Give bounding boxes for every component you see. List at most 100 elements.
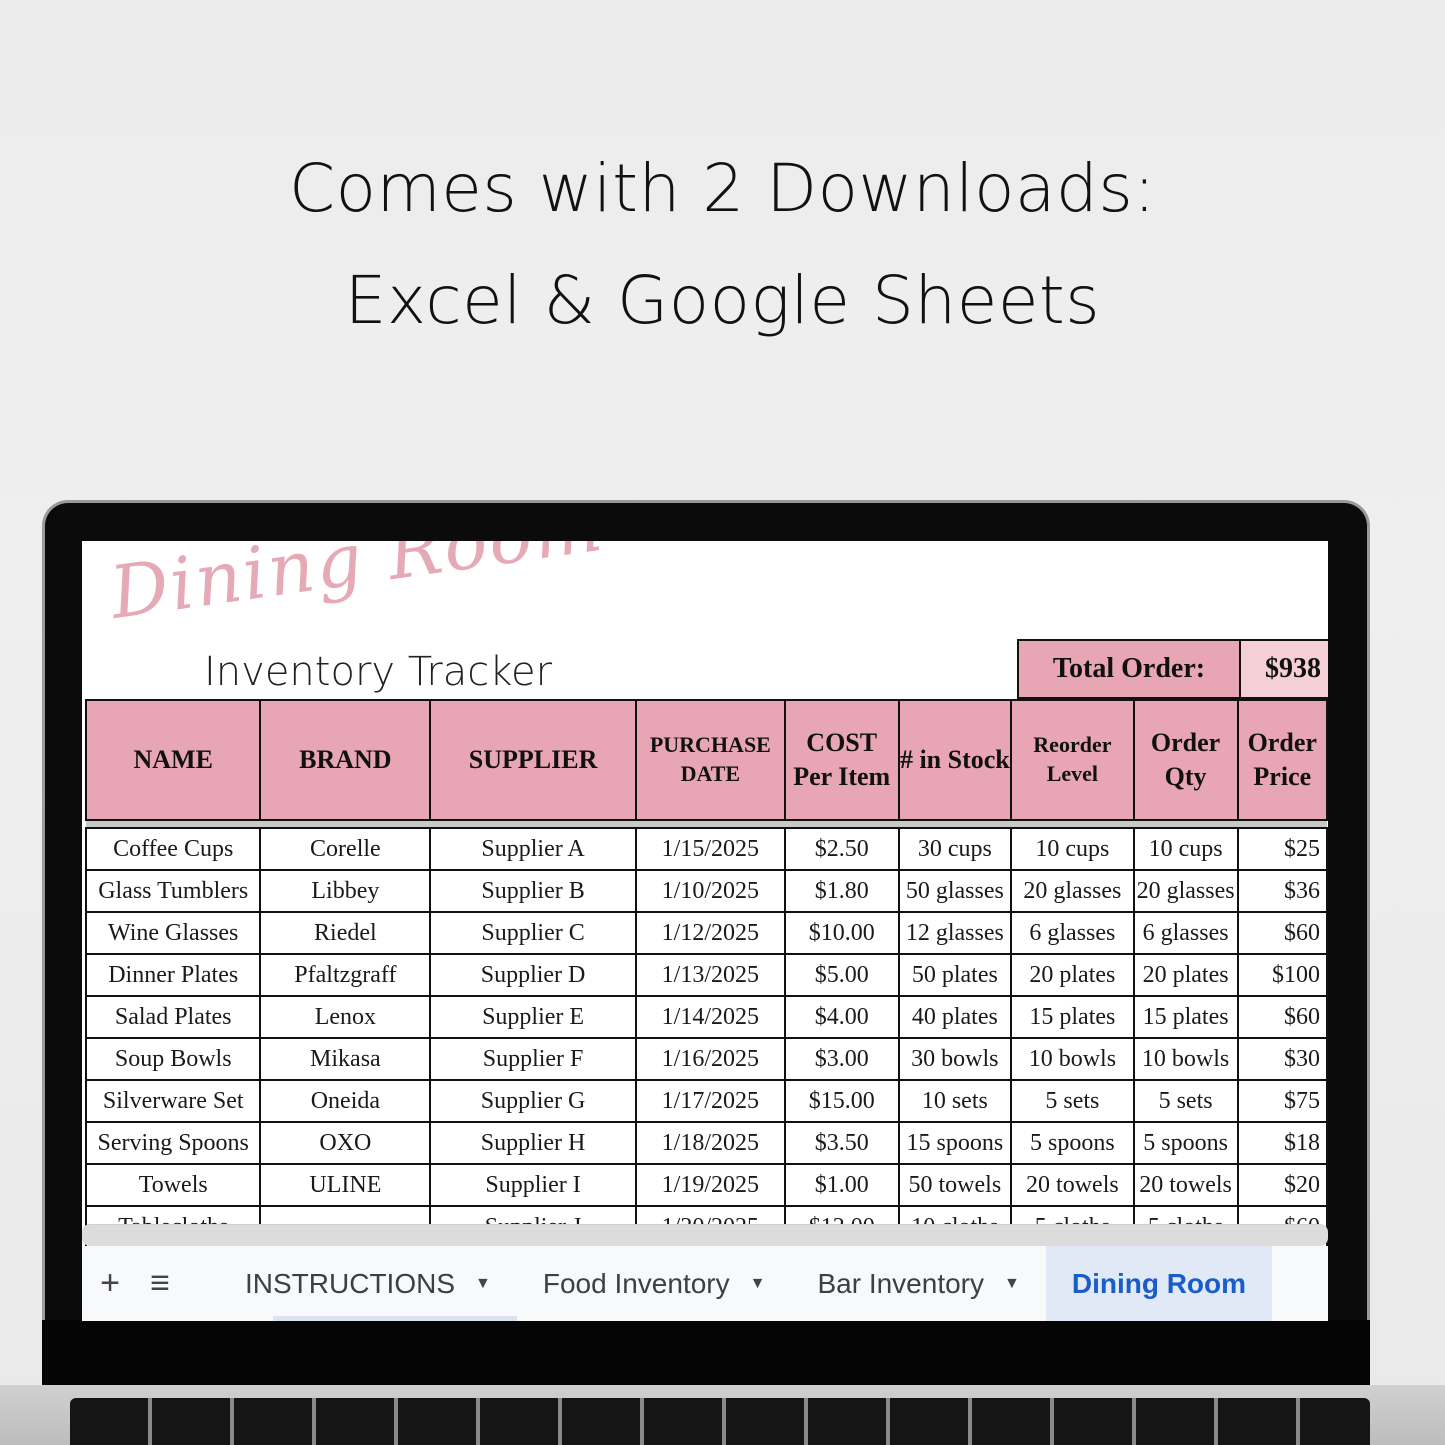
table-cell[interactable]: Mikasa <box>259 1037 432 1081</box>
table-cell[interactable]: 10 cups <box>1132 827 1239 871</box>
table-cell[interactable]: 5 sets <box>1010 1079 1135 1123</box>
table-cell[interactable]: Supplier D <box>429 953 637 997</box>
table-cell[interactable]: Pfaltzgraff <box>259 953 432 997</box>
table-cell[interactable]: Supplier F <box>429 1037 637 1081</box>
table-cell[interactable]: $30 <box>1236 1037 1328 1081</box>
tab-instructions[interactable]: INSTRUCTIONS ▼ <box>219 1246 517 1321</box>
column-header[interactable]: Reorder Level <box>1010 699 1135 821</box>
table-cell[interactable]: Lenox <box>259 995 432 1039</box>
table-cell[interactable]: Supplier C <box>429 911 637 955</box>
table-cell[interactable]: $18 <box>1236 1121 1328 1165</box>
table-cell[interactable]: Supplier B <box>429 869 637 913</box>
total-order-label[interactable]: Total Order: <box>1019 641 1241 697</box>
table-cell[interactable]: ULINE <box>259 1163 432 1207</box>
table-cell[interactable]: 5 spoons <box>1132 1121 1239 1165</box>
table-cell[interactable]: $60 <box>1236 911 1328 955</box>
table-cell[interactable]: 30 bowls <box>897 1037 1013 1081</box>
table-cell[interactable]: 10 bowls <box>1132 1037 1239 1081</box>
column-header[interactable]: COST Per Item <box>783 699 900 821</box>
table-cell[interactable]: Salad Plates <box>84 995 262 1039</box>
caret-down-icon[interactable]: ▼ <box>750 1275 766 1293</box>
column-header[interactable]: SUPPLIER <box>429 699 637 821</box>
table-cell[interactable]: 1/17/2025 <box>634 1079 786 1123</box>
table-cell[interactable]: $25 <box>1236 827 1328 871</box>
table-cell[interactable]: $4.00 <box>783 995 900 1039</box>
table-cell[interactable]: 1/16/2025 <box>634 1037 786 1081</box>
table-cell[interactable]: 20 glasses <box>1132 869 1239 913</box>
table-cell[interactable]: 50 plates <box>897 953 1013 997</box>
horizontal-scrollbar[interactable] <box>82 1224 1328 1246</box>
caret-down-icon[interactable]: ▼ <box>475 1275 491 1293</box>
table-cell[interactable]: Supplier G <box>429 1079 637 1123</box>
table-cell[interactable]: Wine Glasses <box>84 911 262 955</box>
table-cell[interactable]: 40 plates <box>897 995 1013 1039</box>
table-cell[interactable]: 1/12/2025 <box>634 911 786 955</box>
table-cell[interactable]: 5 spoons <box>1010 1121 1135 1165</box>
column-header[interactable]: BRAND <box>259 699 432 821</box>
column-header[interactable]: # in Stock <box>897 699 1013 821</box>
table-cell[interactable]: 30 cups <box>897 827 1013 871</box>
table-cell[interactable]: $60 <box>1236 995 1328 1039</box>
table-cell[interactable]: 15 spoons <box>897 1121 1013 1165</box>
column-header[interactable]: NAME <box>84 699 262 821</box>
table-cell[interactable]: $1.80 <box>783 869 900 913</box>
table-cell[interactable]: 5 sets <box>1132 1079 1239 1123</box>
table-cell[interactable]: 12 glasses <box>897 911 1013 955</box>
table-cell[interactable]: $15.00 <box>783 1079 900 1123</box>
table-cell[interactable]: Silverware Set <box>84 1079 262 1123</box>
all-sheets-menu-icon[interactable]: ≡ <box>135 1264 185 1303</box>
table-cell[interactable]: Supplier I <box>429 1163 637 1207</box>
table-cell[interactable]: Corelle <box>259 827 432 871</box>
table-cell[interactable]: 1/19/2025 <box>634 1163 786 1207</box>
table-cell[interactable]: $36 <box>1236 869 1328 913</box>
table-cell[interactable]: 50 glasses <box>897 869 1013 913</box>
column-header[interactable]: Order Price <box>1236 699 1328 821</box>
column-header[interactable]: Order Qty <box>1132 699 1239 821</box>
table-cell[interactable]: $3.50 <box>783 1121 900 1165</box>
table-cell[interactable]: Riedel <box>259 911 432 955</box>
table-cell[interactable]: 20 plates <box>1132 953 1239 997</box>
table-cell[interactable]: 15 plates <box>1010 995 1135 1039</box>
table-cell[interactable]: Oneida <box>259 1079 432 1123</box>
table-cell[interactable]: $5.00 <box>783 953 900 997</box>
table-cell[interactable]: $75 <box>1236 1079 1328 1123</box>
caret-down-icon[interactable]: ▼ <box>1004 1275 1020 1293</box>
table-cell[interactable]: $2.50 <box>783 827 900 871</box>
table-cell[interactable]: 1/18/2025 <box>634 1121 786 1165</box>
table-cell[interactable]: 1/13/2025 <box>634 953 786 997</box>
tab-dining-room[interactable]: Dining Room <box>1045 1246 1273 1321</box>
add-sheet-icon[interactable]: + <box>85 1264 135 1303</box>
table-cell[interactable]: 10 bowls <box>1010 1037 1135 1081</box>
table-cell[interactable]: $100 <box>1236 953 1328 997</box>
table-cell[interactable]: Dinner Plates <box>84 953 262 997</box>
table-cell[interactable]: 1/14/2025 <box>634 995 786 1039</box>
table-cell[interactable]: Libbey <box>259 869 432 913</box>
table-cell[interactable]: OXO <box>259 1121 432 1165</box>
table-cell[interactable]: Towels <box>84 1163 262 1207</box>
table-cell[interactable]: 20 towels <box>1132 1163 1239 1207</box>
table-cell[interactable]: Supplier E <box>429 995 637 1039</box>
table-cell[interactable]: Supplier H <box>429 1121 637 1165</box>
table-cell[interactable]: 20 glasses <box>1010 869 1135 913</box>
total-order-value[interactable]: $938 <box>1241 641 1328 697</box>
table-cell[interactable]: 10 cups <box>1010 827 1135 871</box>
table-cell[interactable]: 6 glasses <box>1010 911 1135 955</box>
column-header[interactable]: PURCHASE DATE <box>634 699 786 821</box>
table-cell[interactable]: 20 towels <box>1010 1163 1135 1207</box>
table-cell[interactable]: 10 sets <box>897 1079 1013 1123</box>
table-cell[interactable]: 6 glasses <box>1132 911 1239 955</box>
table-cell[interactable]: $10.00 <box>783 911 900 955</box>
tab-food-inventory[interactable]: Food Inventory ▼ <box>517 1246 792 1321</box>
table-cell[interactable]: 50 towels <box>897 1163 1013 1207</box>
table-cell[interactable]: $1.00 <box>783 1163 900 1207</box>
tab-bar-inventory[interactable]: Bar Inventory ▼ <box>791 1246 1045 1321</box>
table-cell[interactable]: 1/15/2025 <box>634 827 786 871</box>
table-cell[interactable]: 1/10/2025 <box>634 869 786 913</box>
table-cell[interactable]: $20 <box>1236 1163 1328 1207</box>
table-cell[interactable]: 15 plates <box>1132 995 1239 1039</box>
table-cell[interactable]: Glass Tumblers <box>84 869 262 913</box>
table-cell[interactable]: Coffee Cups <box>84 827 262 871</box>
table-cell[interactable]: Soup Bowls <box>84 1037 262 1081</box>
table-cell[interactable]: 20 plates <box>1010 953 1135 997</box>
table-cell[interactable]: Supplier A <box>429 827 637 871</box>
